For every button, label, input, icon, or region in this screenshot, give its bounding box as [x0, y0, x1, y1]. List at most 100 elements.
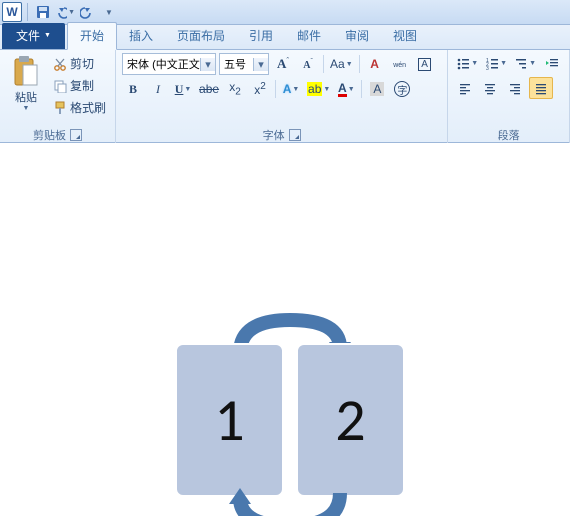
- redo-icon: [80, 5, 94, 19]
- smartart-node-2[interactable]: 2: [296, 343, 405, 497]
- dropdown-caret-icon: ▾: [200, 58, 215, 71]
- tab-review[interactable]: 审阅: [333, 23, 381, 49]
- enclose-icon: 字: [394, 81, 410, 97]
- shrink-font-icon: Aˇ: [303, 57, 313, 72]
- tab-home[interactable]: 开始: [67, 22, 117, 50]
- redo-button[interactable]: [77, 2, 97, 22]
- tab-file[interactable]: 文件▼: [2, 23, 65, 49]
- dropdown-caret-icon: ▼: [529, 60, 536, 67]
- qat-separator: [27, 3, 28, 21]
- multilevel-icon: [514, 56, 528, 70]
- character-border-button[interactable]: A: [414, 54, 436, 74]
- bold-button[interactable]: B: [122, 79, 144, 99]
- ribbon-tabs: 文件▼ 开始 插入 页面布局 引用 邮件 审阅 视图: [0, 25, 570, 50]
- grow-font-icon: Aˆ: [277, 56, 289, 72]
- bold-icon: B: [129, 82, 137, 97]
- group-label-text: 剪贴板: [33, 127, 66, 143]
- decrease-indent-button[interactable]: [541, 53, 563, 73]
- bullets-icon: [456, 56, 470, 70]
- separator: [359, 55, 360, 73]
- align-center-icon: [483, 81, 497, 95]
- dropdown-caret-icon: ▼: [346, 61, 353, 68]
- underline-icon: U: [175, 82, 184, 97]
- tab-page-layout[interactable]: 页面布局: [165, 23, 237, 49]
- group-label-text: 段落: [498, 127, 520, 143]
- font-color-button[interactable]: A▼: [335, 79, 357, 99]
- justify-button[interactable]: [529, 77, 553, 99]
- shrink-font-button[interactable]: Aˇ: [297, 54, 319, 74]
- tab-label: 审阅: [345, 29, 369, 43]
- dropdown-caret-icon: ▾: [253, 58, 268, 71]
- group-clipboard: 粘贴 ▼ 剪切 复制 格式刷 剪贴板: [0, 50, 116, 145]
- tab-view[interactable]: 视图: [381, 23, 429, 49]
- separator: [323, 55, 324, 73]
- scissors-icon: [53, 57, 67, 71]
- strikethrough-button[interactable]: abe: [197, 79, 221, 99]
- align-right-button[interactable]: [504, 78, 526, 98]
- paste-icon: [12, 55, 40, 89]
- group-label-text: 字体: [263, 127, 285, 143]
- paste-button[interactable]: 粘贴 ▼: [6, 53, 46, 125]
- subscript-button[interactable]: x2: [224, 79, 246, 99]
- text-effects-button[interactable]: A▼: [280, 79, 302, 99]
- justify-icon: [534, 81, 548, 95]
- font-size-combo[interactable]: 五号▾: [219, 53, 269, 75]
- node-text: 2: [335, 384, 365, 457]
- dropdown-caret-icon: ▼: [323, 86, 330, 93]
- dialog-launcher-font[interactable]: [289, 129, 301, 141]
- format-painter-label: 格式刷: [70, 99, 106, 116]
- copy-icon: [53, 79, 67, 93]
- char-border-icon: A: [418, 58, 431, 71]
- italic-button[interactable]: I: [147, 79, 169, 99]
- format-painter-button[interactable]: 格式刷: [50, 97, 109, 118]
- bullets-button[interactable]: ▼: [454, 53, 480, 73]
- smartart-node-1[interactable]: 1: [175, 343, 284, 497]
- ribbon: 粘贴 ▼ 剪切 复制 格式刷 剪贴板: [0, 50, 570, 143]
- qat-customize-button[interactable]: ▼: [99, 2, 119, 22]
- dropdown-caret-icon: ▼: [68, 9, 75, 16]
- tab-label: 页面布局: [177, 29, 225, 43]
- superscript-icon: x2: [254, 81, 266, 97]
- separator: [361, 80, 362, 98]
- tab-label: 视图: [393, 29, 417, 43]
- dropdown-caret-icon: ▼: [184, 86, 191, 93]
- clear-format-button[interactable]: A: [364, 54, 386, 74]
- tab-label: 开始: [80, 29, 104, 43]
- cut-label: 剪切: [70, 55, 94, 72]
- undo-button[interactable]: ▼: [55, 2, 75, 22]
- numbering-button[interactable]: 123▼: [483, 53, 509, 73]
- grow-font-button[interactable]: Aˆ: [272, 54, 294, 74]
- tab-label: 文件: [16, 27, 40, 44]
- multilevel-list-button[interactable]: ▼: [512, 53, 538, 73]
- tab-references[interactable]: 引用: [237, 23, 285, 49]
- brush-icon: [53, 101, 67, 115]
- copy-button[interactable]: 复制: [50, 75, 109, 96]
- superscript-button[interactable]: x2: [249, 79, 271, 99]
- enclose-char-button[interactable]: 字: [391, 79, 413, 99]
- dropdown-caret-icon: ▼: [500, 60, 507, 67]
- cut-button[interactable]: 剪切: [50, 53, 109, 74]
- underline-button[interactable]: U▼: [172, 79, 194, 99]
- highlight-button[interactable]: ab▼: [305, 79, 332, 99]
- char-shading-icon: A: [370, 82, 384, 96]
- tab-label: 引用: [249, 29, 273, 43]
- font-family-combo[interactable]: 宋体 (中文正文▾: [122, 53, 216, 75]
- numbering-icon: 123: [485, 56, 499, 70]
- tab-mail[interactable]: 邮件: [285, 23, 333, 49]
- word-app-icon: W: [2, 2, 22, 22]
- dialog-launcher-clipboard[interactable]: [70, 129, 82, 141]
- align-left-button[interactable]: [454, 78, 476, 98]
- align-center-button[interactable]: [479, 78, 501, 98]
- subscript-icon: x2: [229, 80, 241, 97]
- phonetic-guide-button[interactable]: wén: [389, 54, 411, 74]
- document-canvas[interactable]: 1 2: [0, 143, 570, 516]
- node-text: 1: [214, 384, 244, 457]
- change-case-button[interactable]: Aa▼: [328, 54, 355, 74]
- save-button[interactable]: [33, 2, 53, 22]
- undo-icon: [55, 5, 67, 19]
- char-shading-button[interactable]: A: [366, 79, 388, 99]
- separator: [275, 80, 276, 98]
- change-case-icon: Aa: [330, 57, 345, 71]
- save-icon: [36, 5, 50, 19]
- tab-insert[interactable]: 插入: [117, 23, 165, 49]
